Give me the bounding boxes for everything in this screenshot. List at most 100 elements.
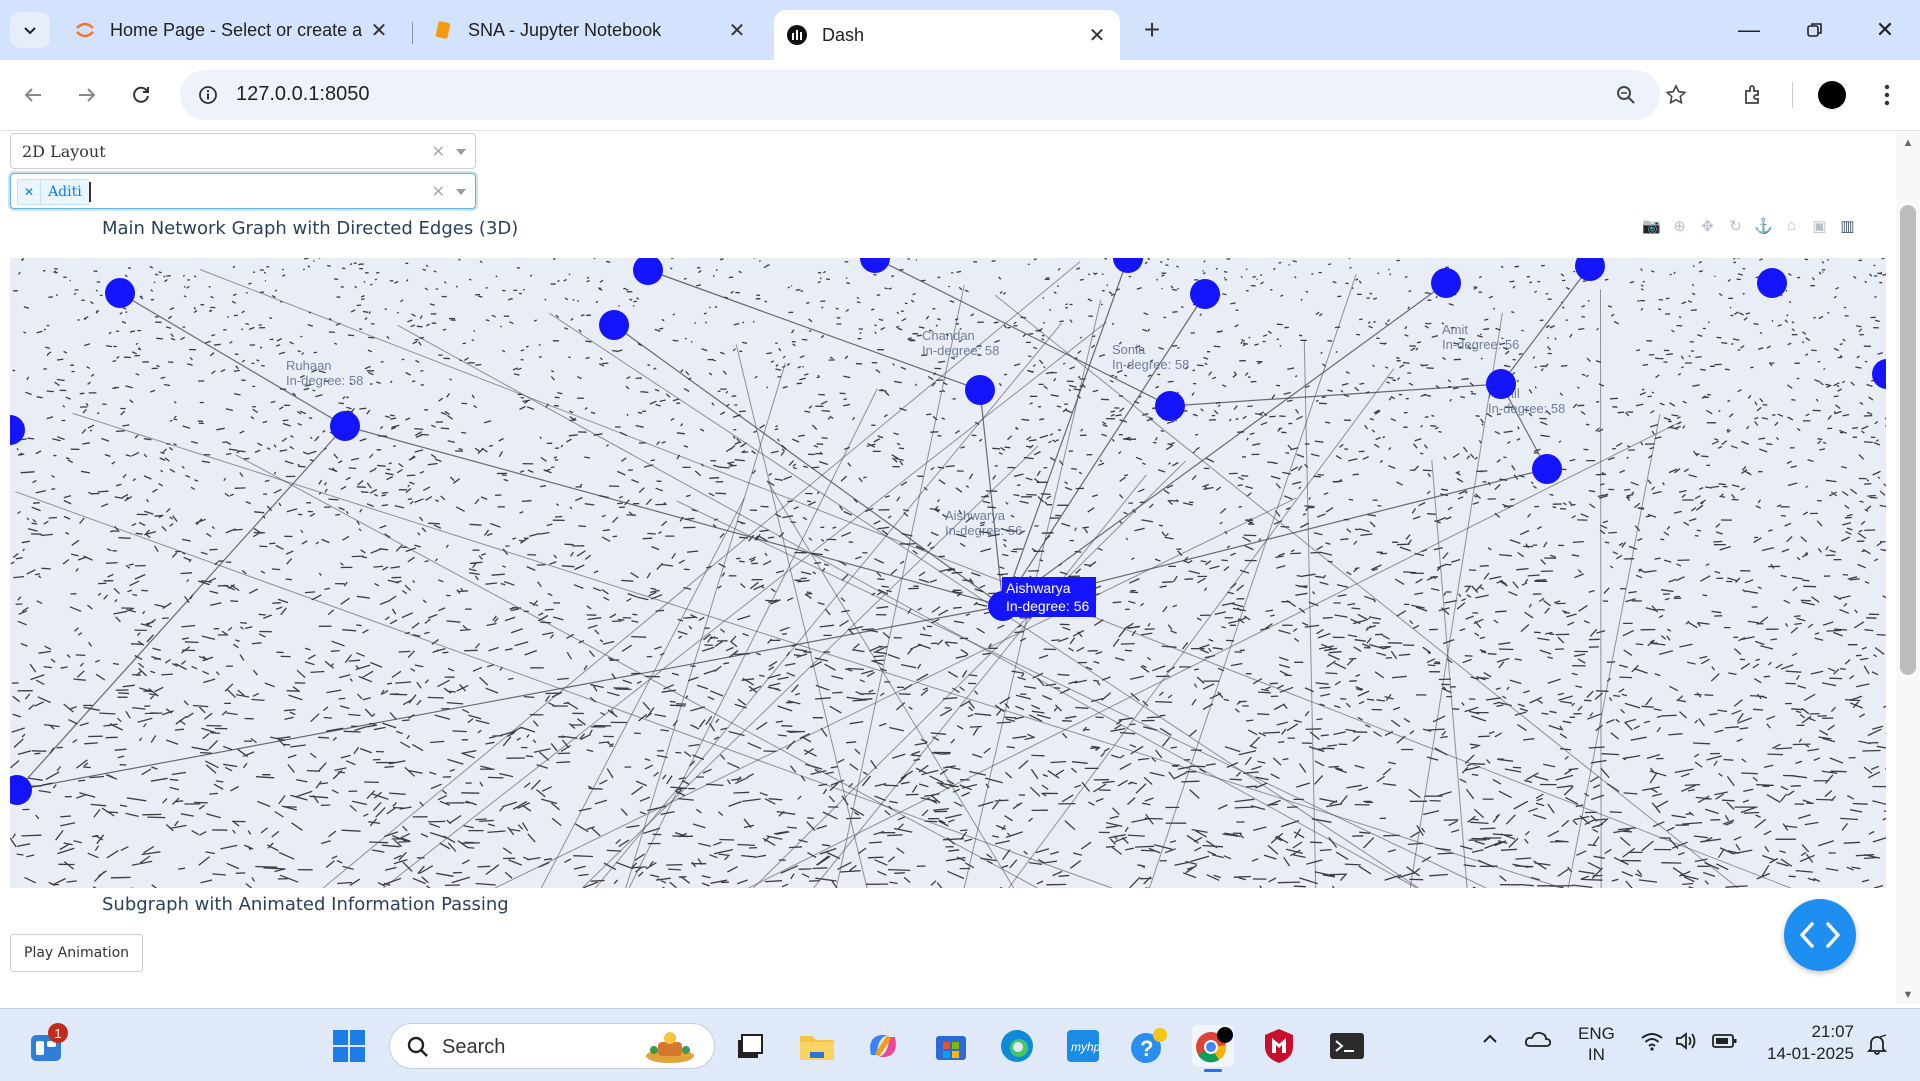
camera-icon[interactable]: 📷: [1642, 216, 1661, 235]
store-icon: [936, 1036, 966, 1060]
copilot-icon: [870, 1035, 896, 1057]
graph-node[interactable]: [1872, 359, 1886, 389]
reload-button[interactable]: [124, 78, 158, 112]
graph-node[interactable]: [599, 310, 629, 340]
menu-kebab-icon[interactable]: [1870, 78, 1904, 112]
chrome-button[interactable]: [1192, 1025, 1234, 1072]
address-bar[interactable]: 127.0.0.1:8050: [180, 70, 1687, 120]
main-network-graph[interactable]: Chandan In-degree: 58 Sonia In-degree: 58 Am…: [10, 258, 1886, 888]
terminal-button[interactable]: [1326, 1025, 1368, 1067]
pan-icon[interactable]: ✥: [1698, 216, 1717, 235]
graph-edge: [625, 362, 786, 888]
graph-node[interactable]: [10, 775, 32, 805]
close-icon[interactable]: ✕: [726, 19, 748, 42]
help-button[interactable]: ?: [1128, 1025, 1170, 1067]
scroll-down-icon[interactable]: ▼: [1901, 988, 1915, 1002]
remove-chip-icon[interactable]: ✕: [18, 180, 42, 204]
graph-node[interactable]: [1431, 268, 1461, 298]
onedrive-icon[interactable]: [1524, 1029, 1552, 1054]
clock[interactable]: 21:07 14-01-2025: [1760, 1021, 1854, 1065]
scroll-up-icon[interactable]: ▲: [1901, 136, 1915, 150]
plotly-logo-icon[interactable]: ▥: [1838, 216, 1857, 235]
zoom-icon[interactable]: ⊕: [1670, 216, 1689, 235]
graph-node[interactable]: [965, 375, 995, 405]
bookmark-star-icon[interactable]: [1660, 79, 1692, 111]
close-icon[interactable]: ✕: [1086, 24, 1108, 47]
forward-button[interactable]: [70, 78, 104, 112]
new-tab-button[interactable]: +: [1136, 14, 1168, 46]
dash-page: 2D Layout × ✕ Aditi × Main Network Graph…: [0, 131, 1896, 1004]
graph-node[interactable]: [1113, 258, 1143, 273]
graph-node[interactable]: [1190, 279, 1220, 309]
close-icon[interactable]: ✕: [368, 19, 390, 42]
dropdown-arrow-icon[interactable]: [456, 189, 466, 195]
battery-icon[interactable]: [1712, 1031, 1738, 1056]
microsoft-store-button[interactable]: [930, 1025, 972, 1067]
last-save-camera-icon[interactable]: ▣: [1810, 216, 1829, 235]
show-hidden-icons[interactable]: [1480, 1029, 1500, 1054]
scrollbar-thumb[interactable]: [1900, 205, 1916, 675]
wifi-icon[interactable]: [1640, 1031, 1664, 1056]
task-view-button[interactable]: [728, 1025, 770, 1067]
graph-edge: [15, 491, 1112, 888]
graph-node[interactable]: [1532, 454, 1562, 484]
subgraph-title: Subgraph with Animated Information Passi…: [102, 894, 509, 915]
myhp-button[interactable]: myhp: [1062, 1025, 1104, 1067]
layout-dropdown[interactable]: 2D Layout ×: [10, 133, 476, 169]
svg-text:myhp: myhp: [1071, 1040, 1101, 1054]
extensions-icon[interactable]: [1736, 78, 1770, 112]
taskbar-search[interactable]: Search: [389, 1023, 715, 1069]
mcafee-button[interactable]: [1258, 1025, 1300, 1067]
language-indicator[interactable]: ENG IN: [1578, 1023, 1615, 1065]
widgets-button[interactable]: 1: [26, 1023, 68, 1067]
zoom-icon[interactable]: [1610, 79, 1642, 111]
site-info-icon[interactable]: [192, 79, 224, 111]
graph-node[interactable]: [10, 415, 25, 445]
close-window-button[interactable]: ✕: [1860, 12, 1910, 48]
tab-sna-notebook[interactable]: SNA - Jupyter Notebook ✕: [420, 10, 760, 50]
reload-icon: [133, 86, 149, 103]
restore-button[interactable]: [1790, 12, 1840, 48]
graph-node[interactable]: [330, 411, 360, 441]
clear-icon[interactable]: ×: [432, 141, 445, 160]
tab-dash[interactable]: Dash ✕: [774, 10, 1120, 60]
volume-icon[interactable]: [1674, 1031, 1698, 1056]
file-explorer-button[interactable]: [796, 1025, 838, 1067]
search-label: Search: [442, 1036, 506, 1058]
code-brackets-icon: [1800, 922, 1840, 948]
minimize-button[interactable]: —: [1724, 12, 1774, 48]
dropdown-arrow-icon[interactable]: [456, 149, 466, 155]
graph-node[interactable]: [1575, 258, 1605, 281]
graph-node[interactable]: [1757, 268, 1787, 298]
language-code: ENG: [1578, 1024, 1615, 1043]
toolbar-divider: [1792, 82, 1793, 108]
arrow-right-icon: [79, 88, 96, 102]
turntable-icon[interactable]: ⚓: [1754, 216, 1773, 235]
node-select-dropdown[interactable]: ✕ Aditi ×: [10, 173, 476, 209]
notebook-icon: [432, 19, 454, 41]
network-graph-canvas[interactable]: ChandanIn-degree: 58 SoniaIn-degree: 58Am…: [10, 258, 1886, 888]
graph-node[interactable]: [1486, 369, 1516, 399]
clear-icon[interactable]: ×: [432, 181, 445, 200]
start-button[interactable]: [328, 1025, 370, 1067]
svg-text:?: ?: [1140, 1036, 1153, 1061]
graph-node[interactable]: [1155, 391, 1185, 421]
back-button[interactable]: [16, 78, 50, 112]
url-text[interactable]: 127.0.0.1:8050: [236, 83, 369, 106]
orbit-rotate-icon[interactable]: ↻: [1726, 216, 1745, 235]
graph-node[interactable]: [860, 258, 890, 273]
graph-node[interactable]: [633, 258, 663, 285]
graph-node[interactable]: [105, 278, 135, 308]
reset-camera-icon[interactable]: ⌂: [1782, 216, 1801, 235]
graph-edge: [16, 425, 346, 791]
notification-bell-icon[interactable]: [1866, 1033, 1888, 1060]
copilot-button[interactable]: [862, 1025, 904, 1067]
arrow-left-icon: [24, 88, 41, 102]
play-animation-button[interactable]: Play Animation: [10, 934, 144, 972]
tab-home-page[interactable]: Home Page - Select or create a ✕: [62, 10, 402, 50]
dash-debug-button[interactable]: [1784, 899, 1856, 971]
graph-edge: [199, 269, 1791, 888]
tab-search-button[interactable]: [10, 12, 50, 48]
profile-avatar[interactable]: [1815, 78, 1849, 112]
edge-button[interactable]: [996, 1025, 1038, 1067]
